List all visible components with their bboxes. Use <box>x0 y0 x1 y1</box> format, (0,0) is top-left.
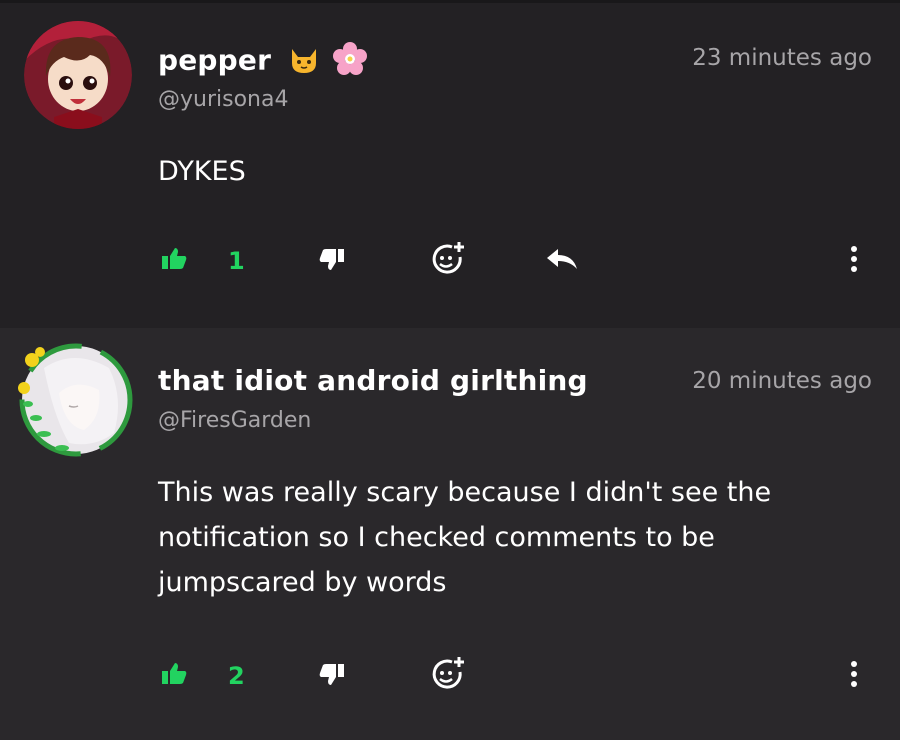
user-handle[interactable]: @yurisona4 <box>158 87 288 112</box>
cat-face-emoji <box>287 41 321 82</box>
timestamp: 23 minutes ago <box>692 45 872 71</box>
username[interactable]: that idiot android girlthing <box>158 364 588 397</box>
more-vertical-icon <box>848 659 860 693</box>
avatar[interactable] <box>14 338 134 458</box>
dislike-button[interactable] <box>318 241 346 281</box>
dislike-button[interactable] <box>318 656 346 696</box>
cherry-blossom-emoji <box>333 41 368 82</box>
username[interactable]: pepper <box>158 41 368 82</box>
like-button[interactable] <box>160 241 188 281</box>
reply-button[interactable] <box>545 241 579 281</box>
comment-card: that idiot android girlthing @FiresGarde… <box>0 328 900 740</box>
comment-actions: 2 <box>0 656 900 696</box>
timestamp: 20 minutes ago <box>692 368 872 394</box>
thumbs-down-icon <box>318 660 346 692</box>
thumbs-down-icon <box>318 245 346 277</box>
add-reaction-button[interactable] <box>430 656 466 696</box>
more-vertical-icon <box>848 244 860 278</box>
comment-card: pepper @yurisona4 23 minutes ago DYKES 1 <box>0 0 900 328</box>
like-count: 2 <box>228 662 245 690</box>
add-reaction-icon <box>430 656 466 696</box>
username-text[interactable]: pepper <box>158 44 271 77</box>
user-handle[interactable]: @FiresGarden <box>158 408 311 433</box>
add-reaction-icon <box>430 241 466 281</box>
comment-body: This was really scary because I didn't s… <box>158 477 772 598</box>
more-options-button[interactable] <box>848 656 860 696</box>
add-reaction-button[interactable] <box>430 241 466 281</box>
thumbs-up-icon <box>160 245 188 277</box>
reply-icon <box>545 245 579 277</box>
avatar[interactable] <box>24 21 132 129</box>
like-count: 1 <box>228 247 245 275</box>
more-options-button[interactable] <box>848 241 860 281</box>
thumbs-up-icon <box>160 660 188 692</box>
like-button[interactable] <box>160 656 188 696</box>
comment-body: DYKES <box>158 156 246 187</box>
comment-actions: 1 <box>0 241 900 281</box>
